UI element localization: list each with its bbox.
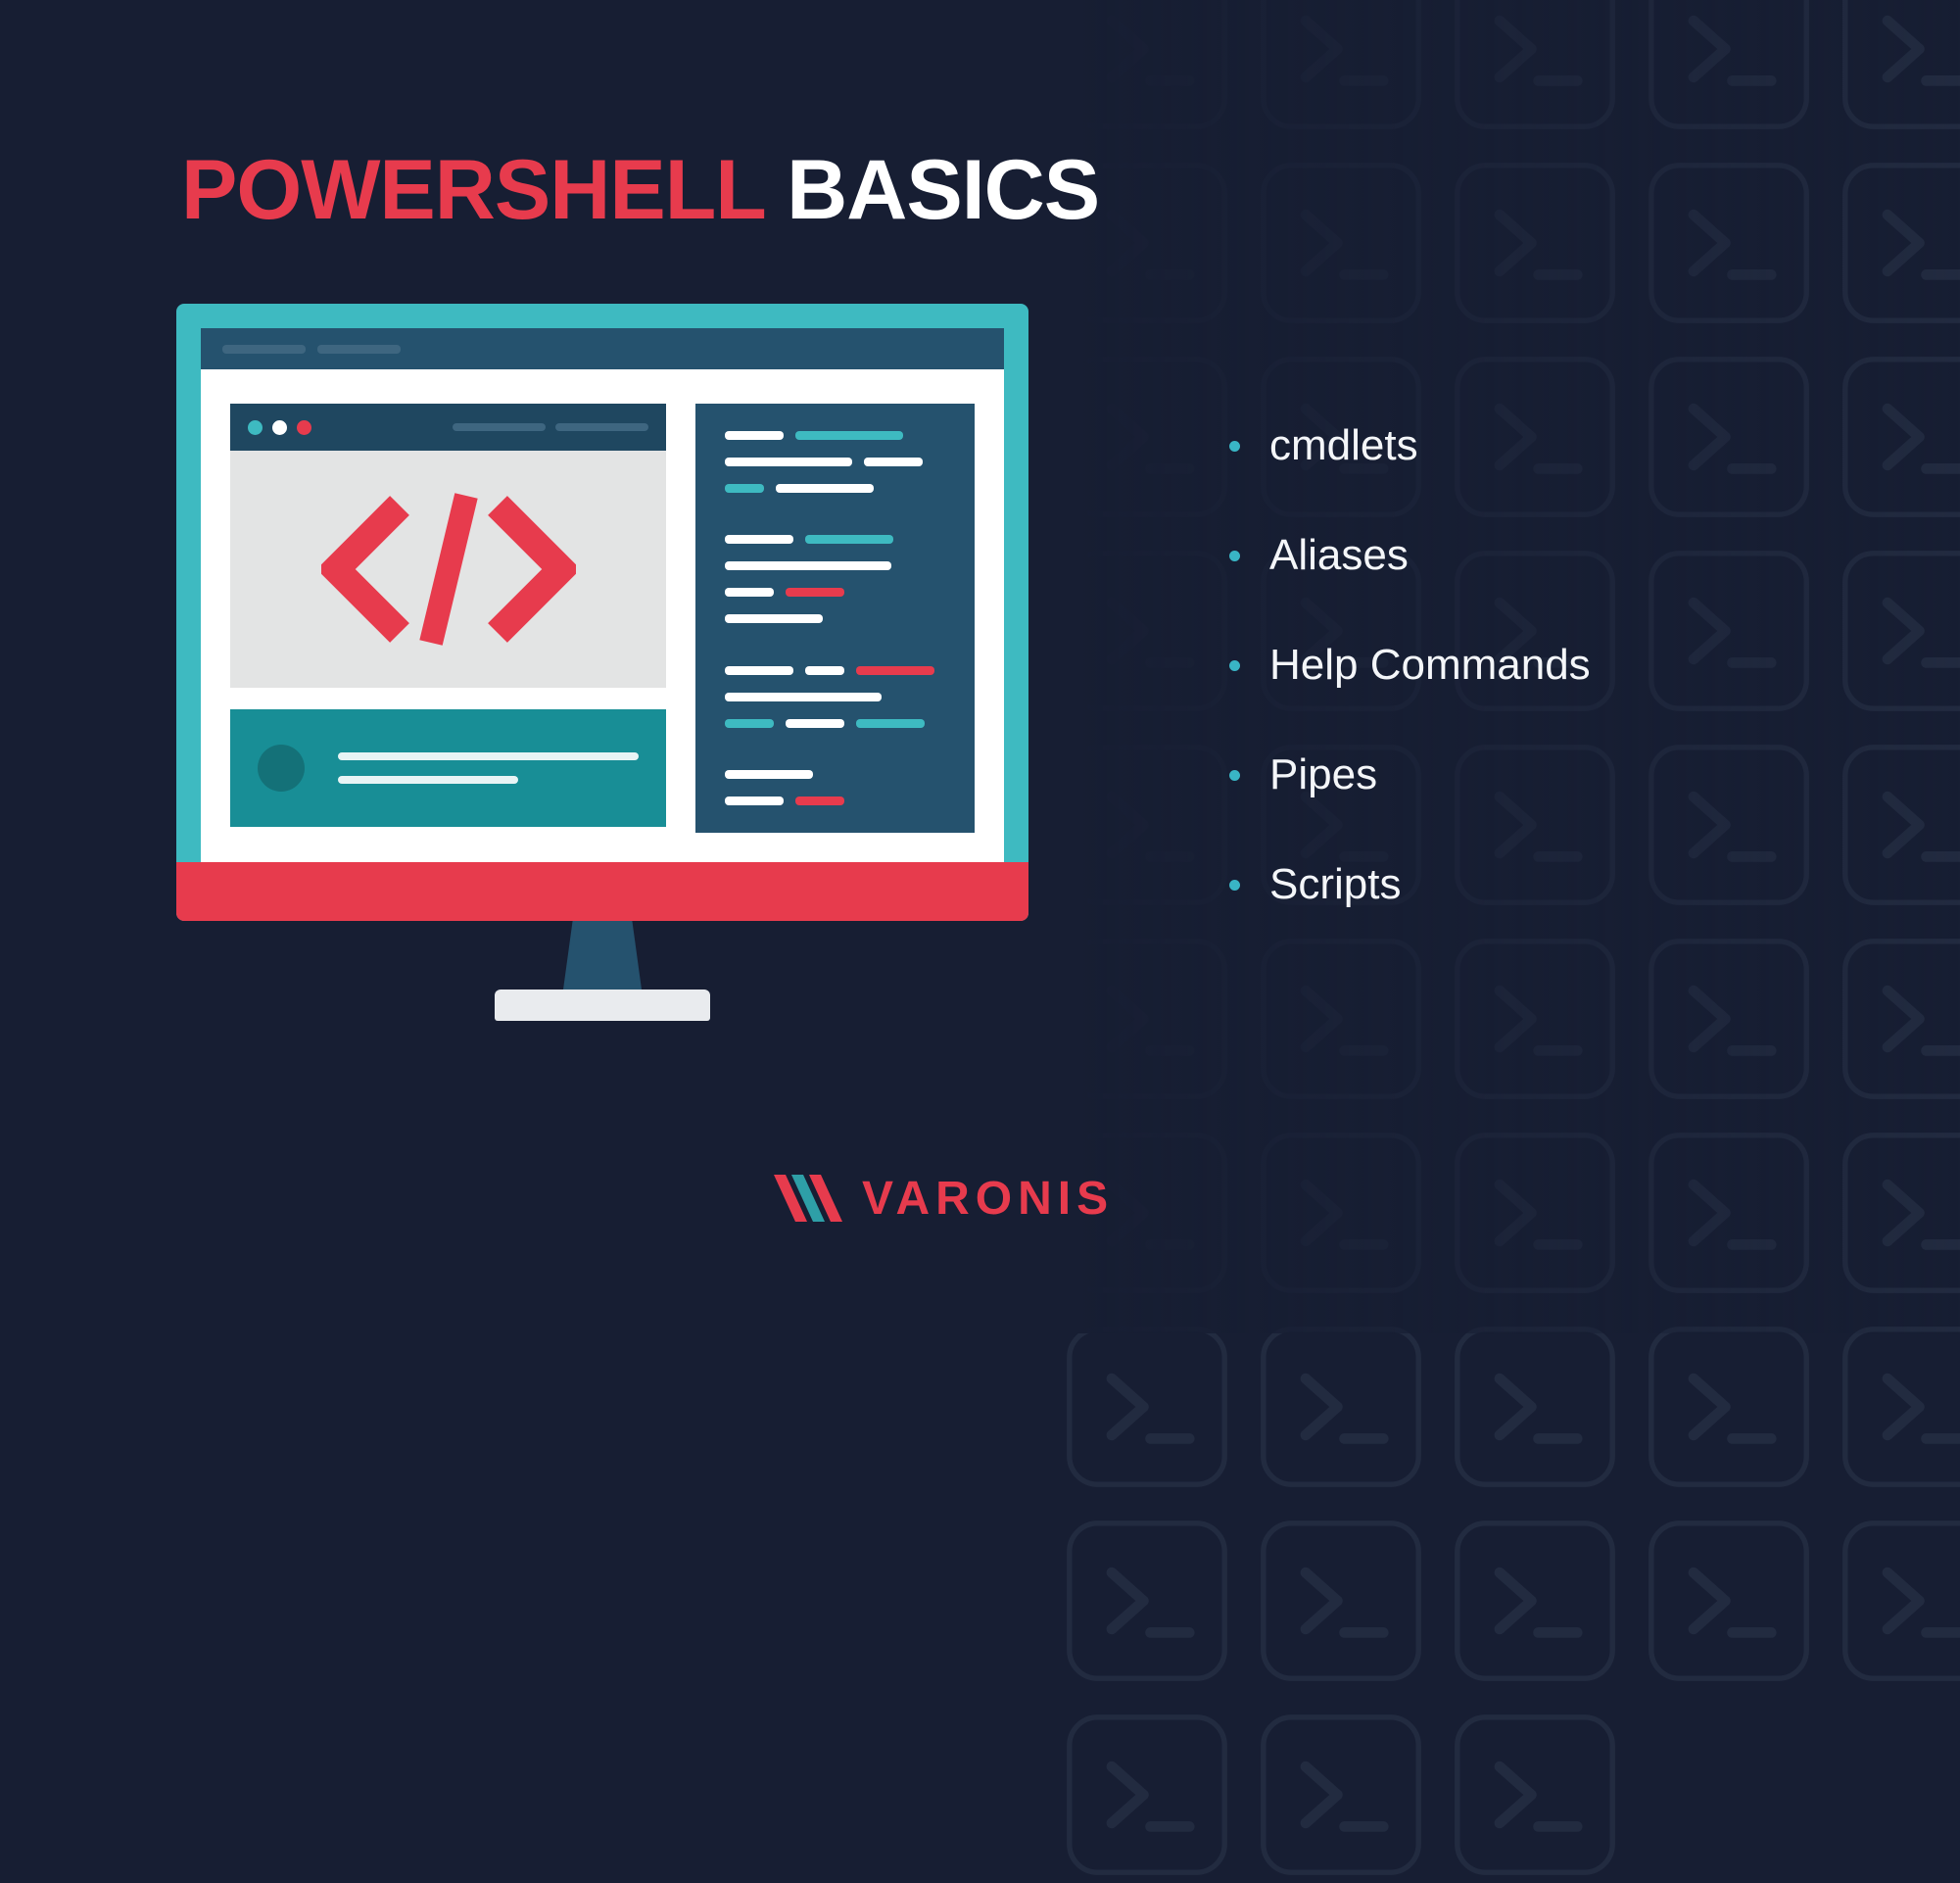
footer-lines	[338, 752, 639, 784]
monitor-stand	[563, 921, 642, 990]
code-line	[725, 588, 945, 597]
code-panel	[230, 404, 666, 688]
list-item: Pipes	[1229, 750, 1591, 799]
screen-title-bar	[201, 328, 1004, 369]
code-panel-header	[230, 404, 666, 451]
code-icon	[230, 451, 666, 688]
code-line	[725, 797, 945, 805]
code-line	[725, 614, 945, 623]
list-item-label: Pipes	[1269, 750, 1377, 799]
terminal-panel	[695, 404, 975, 833]
code-line	[725, 484, 945, 493]
code-footer-panel	[230, 709, 666, 827]
monitor-chin	[176, 862, 1028, 921]
code-line	[725, 431, 945, 440]
code-line	[725, 535, 945, 544]
varonis-logo: VARONIS	[774, 1171, 1114, 1226]
code-line	[725, 666, 945, 675]
editor-panel	[230, 404, 666, 833]
list-item: Scripts	[1229, 860, 1591, 909]
code-line	[725, 693, 945, 701]
window-dot-white	[272, 420, 287, 435]
varonis-logo-text: VARONIS	[862, 1172, 1114, 1226]
window-dot-teal	[248, 420, 263, 435]
list-item: cmdlets	[1229, 421, 1591, 470]
code-line	[725, 561, 945, 570]
list-item: Help Commands	[1229, 641, 1591, 690]
list-item: Aliases	[1229, 531, 1591, 580]
monitor-illustration	[176, 304, 1028, 1021]
list-item-label: cmdlets	[1269, 421, 1418, 470]
page-title: POWERSHELL BASICS	[181, 142, 1099, 239]
list-item-label: Scripts	[1269, 860, 1401, 909]
monitor-base	[495, 990, 710, 1021]
header-bar-segment	[555, 423, 648, 431]
varonis-logo-mark	[774, 1171, 844, 1226]
code-line	[725, 770, 945, 779]
monitor-screen	[201, 328, 1004, 862]
title-word-1: POWERSHELL	[181, 143, 764, 237]
header-bar-segment	[453, 423, 546, 431]
title-bar-segment	[317, 345, 401, 354]
list-item-label: Aliases	[1269, 531, 1409, 580]
code-line	[725, 719, 945, 728]
monitor-bezel	[176, 304, 1028, 921]
title-word-2: BASICS	[787, 143, 1099, 237]
code-line	[725, 458, 945, 466]
list-item-label: Help Commands	[1269, 641, 1591, 690]
topics-list: cmdlets Aliases Help Commands Pipes Scri…	[1229, 421, 1591, 970]
footer-circle-icon	[258, 745, 305, 792]
title-bar-segment	[222, 345, 306, 354]
window-dot-red	[297, 420, 311, 435]
